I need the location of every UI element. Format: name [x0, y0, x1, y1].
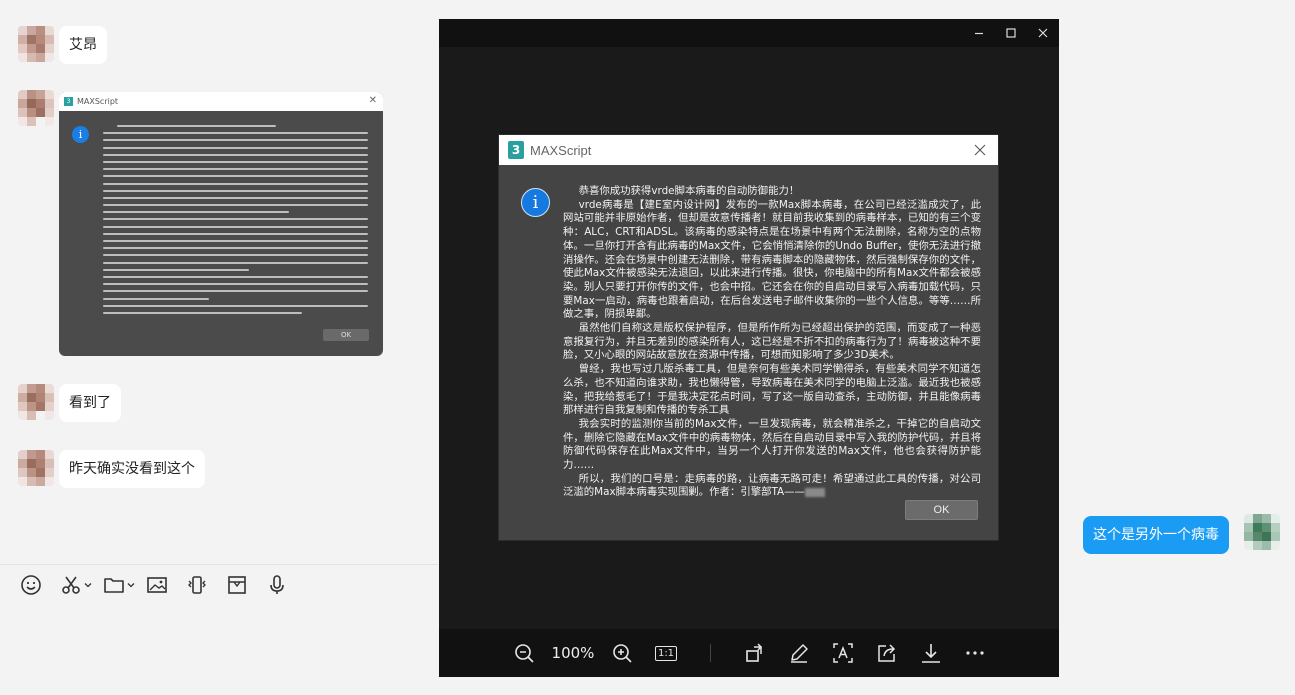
message-paragraph: 虽然他们自称这是版权保护程序，但是所作所为已经超出保护的范围，而变成了一种恶意报… — [563, 322, 981, 362]
image-viewer-window: 3 MAXScript i 恭喜你成功获得vrde脚本病毒的自动防御能力！ vr… — [439, 19, 1059, 677]
edit-icon[interactable] — [787, 641, 811, 665]
zoom-in-icon[interactable] — [610, 641, 634, 665]
actual-size-label: 1:1 — [654, 645, 678, 661]
maxscript-logo-icon: 3 — [64, 97, 73, 106]
thumbnail-titlebar: 3 MAXScript ✕ — [59, 92, 383, 111]
avatar[interactable] — [18, 90, 54, 126]
message-paragraph: 我会实时的监测你当前的Max文件，一旦发现病毒，就会精准杀之，干掉它的自启动文件… — [563, 417, 981, 472]
maximize-icon[interactable] — [995, 19, 1027, 47]
image-message-thumbnail[interactable]: 3 MAXScript ✕ i OK — [59, 92, 383, 356]
dialog-titlebar: 3 MAXScript — [499, 135, 998, 165]
close-icon[interactable] — [1027, 19, 1059, 47]
folder-icon[interactable] — [103, 573, 135, 597]
message-bubble[interactable]: 昨天确实没看到这个 — [59, 450, 205, 488]
self-avatar[interactable] — [1244, 514, 1280, 550]
message-paragraph: 曾经，我也写过几版杀毒工具，但是奈何有些美术同学懒得杀，有些美术同学不知道怎么杀… — [563, 363, 981, 417]
message-bubble-self[interactable]: 这个是另外一个病毒 — [1083, 516, 1229, 554]
input-divider — [0, 564, 438, 565]
message-paragraph: vrde病毒是【建E室内设计网】发布的一款Max脚本病毒，在公司已经泛滥成灾了，… — [563, 198, 981, 321]
info-icon: i — [72, 126, 89, 143]
image-icon[interactable] — [146, 573, 168, 597]
thumbnail-title: MAXScript — [77, 97, 119, 106]
message-paragraph-last: 所以，我们的口号是：走病毒的路，让病毒无路可走！希望通过此工具的传播，对公司泛滥… — [563, 473, 981, 500]
viewer-titlebar — [439, 19, 1059, 47]
share-icon[interactable] — [875, 641, 899, 665]
zoom-out-icon[interactable] — [512, 641, 536, 665]
close-icon: ✕ — [368, 95, 377, 106]
close-icon — [970, 140, 990, 160]
thumbnail-ok-button: OK — [323, 329, 369, 341]
text-recognition-icon[interactable] — [831, 641, 855, 665]
shake-icon[interactable] — [186, 573, 208, 597]
message-paragraph-text: 所以，我们的口号是：走病毒的路，让病毒无路可走！希望通过此工具的传播，对公司泛滥… — [563, 472, 981, 499]
info-icon: i — [521, 188, 550, 217]
minimize-icon[interactable] — [963, 19, 995, 47]
avatar[interactable] — [18, 384, 54, 420]
microphone-icon[interactable] — [266, 573, 288, 597]
message-paragraph: 恭喜你成功获得vrde脚本病毒的自动防御能力！ — [578, 185, 800, 197]
actual-size-icon[interactable]: 1:1 — [654, 641, 678, 665]
message-bubble[interactable]: 艾昂 — [59, 26, 107, 64]
chevron-down-icon — [84, 583, 92, 588]
box-icon[interactable] — [226, 573, 248, 597]
dialog-ok-button: OK — [905, 500, 978, 520]
viewer-toolbar: 100% 1:1 — [439, 629, 1059, 677]
message-bubble[interactable]: 看到了 — [59, 384, 121, 422]
rotate-icon[interactable] — [743, 641, 767, 665]
maxscript-logo-icon: 3 — [508, 141, 524, 159]
scissors-icon[interactable] — [60, 573, 92, 597]
toolbar-separator — [710, 644, 711, 662]
redacted-name — [804, 487, 825, 497]
chevron-down-icon — [127, 583, 135, 588]
maxscript-dialog-image: 3 MAXScript i 恭喜你成功获得vrde脚本病毒的自动防御能力！ vr… — [498, 134, 999, 541]
dialog-title: MAXScript — [530, 142, 592, 158]
zoom-level: 100% — [551, 644, 595, 662]
thumbnail-text-lines — [103, 125, 368, 319]
avatar[interactable] — [18, 450, 54, 486]
avatar[interactable] — [18, 26, 54, 62]
download-icon[interactable] — [919, 641, 943, 665]
more-icon[interactable] — [963, 641, 987, 665]
emoji-icon[interactable] — [20, 573, 42, 597]
dialog-message: 恭喜你成功获得vrde脚本病毒的自动防御能力！ vrde病毒是【建E室内设计网】… — [563, 185, 981, 500]
